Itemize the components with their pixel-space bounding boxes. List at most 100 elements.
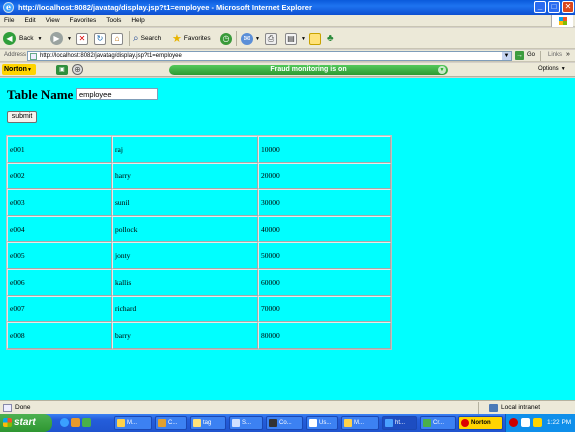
- norton-label: Norton: [4, 66, 27, 73]
- submit-button[interactable]: submit: [7, 111, 37, 123]
- norton-task-label: Norton: [471, 420, 491, 426]
- taskbar-window-button[interactable]: Co...: [266, 416, 303, 430]
- network-tray-icon[interactable]: [521, 418, 530, 427]
- options-label: Options: [538, 66, 559, 72]
- taskbar-window-button[interactable]: M...: [114, 416, 152, 430]
- fraud-monitoring-text: Fraud monitoring is on: [270, 66, 347, 73]
- refresh-button[interactable]: ↻: [94, 31, 108, 46]
- status-text: Done: [15, 404, 31, 411]
- menu-tools[interactable]: Tools: [102, 15, 125, 24]
- norton-tray-icon: [461, 419, 469, 427]
- taskbar-window-button[interactable]: C...: [155, 416, 187, 430]
- employee-name-cell: barry: [112, 322, 258, 349]
- taskbar-window-button[interactable]: S...: [229, 416, 263, 430]
- table-row: e001 raj 10000: [7, 136, 391, 163]
- go-arrow-icon[interactable]: →: [515, 51, 524, 60]
- window-icon: [344, 419, 352, 427]
- page-content: Table Name submit e001raj10000e002harry2…: [0, 78, 575, 400]
- identity-safe-icon[interactable]: ▣: [56, 65, 68, 75]
- employee-id-cell: e001: [7, 136, 112, 163]
- search-button[interactable]: ⌕ Search: [133, 31, 161, 46]
- print-button[interactable]: ⎙: [265, 31, 279, 46]
- chevron-down-icon[interactable]: ▼: [502, 52, 511, 60]
- maximize-button[interactable]: □: [548, 1, 560, 13]
- edit-button[interactable]: ▤ ▼: [285, 31, 306, 46]
- taskbar-window-label: M...: [354, 420, 364, 426]
- history-button[interactable]: ◷: [220, 31, 232, 46]
- table-name-input[interactable]: [76, 88, 158, 100]
- table-row: e005 jonty 50000: [7, 242, 391, 269]
- window-title: http://localhost:8082/javatag/display.js…: [18, 3, 312, 12]
- edit-page-icon: ▤: [285, 32, 297, 45]
- stop-button[interactable]: ✕: [76, 31, 90, 46]
- media-quicklaunch-icon[interactable]: [82, 418, 91, 427]
- minimize-button[interactable]: _: [534, 1, 546, 13]
- taskbar-window-button[interactable]: Cr...: [420, 416, 456, 430]
- antivirus-tray-icon[interactable]: [509, 418, 518, 427]
- mail-button[interactable]: ✉ ▼: [241, 31, 260, 46]
- table-row: e003 sunil 30000: [7, 189, 391, 216]
- home-button[interactable]: ⌂: [111, 31, 125, 46]
- go-button[interactable]: Go: [527, 52, 535, 58]
- ie-quicklaunch-icon[interactable]: [60, 418, 69, 427]
- taskbar-window-label: S...: [242, 420, 252, 426]
- taskbar-window-label: ht...: [395, 420, 406, 426]
- chevron-right-icon[interactable]: »: [566, 51, 570, 58]
- system-tray: 1:22 PM: [505, 414, 575, 432]
- links-button[interactable]: Links: [548, 52, 562, 58]
- forward-arrow-icon: ▶: [50, 32, 63, 45]
- window-icon: [158, 419, 166, 427]
- chevron-down-icon[interactable]: ▼: [438, 66, 446, 74]
- taskbar-window-button[interactable]: tag: [190, 416, 226, 430]
- toolbar-separator: [129, 31, 130, 46]
- back-button[interactable]: ◀ Back ▼: [3, 31, 42, 46]
- start-button[interactable]: start: [0, 414, 52, 432]
- clock: 1:22 PM: [547, 419, 572, 426]
- windows-logo-icon: [3, 418, 12, 427]
- menu-edit[interactable]: Edit: [20, 15, 39, 24]
- employee-table: e001 raj 10000 e002 harry 20000 e003 sunil 30000…: [6, 135, 392, 350]
- employee-name-cell: jonty: [112, 242, 258, 269]
- address-bar: Address http://localhost:8082/javatag/di…: [0, 50, 575, 62]
- chevron-down-icon: ▼: [37, 35, 43, 42]
- employee-salary-cell: 50000: [258, 242, 391, 269]
- forward-button[interactable]: ▶ ▼: [50, 31, 72, 46]
- favorites-button[interactable]: ★ Favorites: [172, 31, 211, 46]
- search-label: Search: [140, 35, 162, 42]
- norton-logo[interactable]: Norton▼: [2, 64, 36, 75]
- taskbar-window-button[interactable]: ht...: [382, 416, 417, 430]
- standard-toolbar: ◀ Back ▼ ▶ ▼ ✕ ↻ ⌂ ⌕ Search ★ Favorites …: [0, 28, 575, 49]
- norton-task-button[interactable]: Norton: [458, 416, 503, 430]
- folder-icon: [309, 32, 321, 45]
- fraud-monitoring-status[interactable]: Fraud monitoring is on ▼: [169, 65, 448, 75]
- employee-id-cell: e002: [7, 162, 112, 190]
- safe-web-icon[interactable]: ⊕: [72, 64, 83, 75]
- toolbar-separator: [236, 31, 237, 46]
- window-icon: [232, 419, 240, 427]
- menu-file[interactable]: File: [0, 15, 18, 24]
- norton-options-button[interactable]: Options ▼: [538, 66, 566, 72]
- menu-favorites[interactable]: Favorites: [66, 15, 101, 24]
- table-row: e002 harry 20000: [7, 162, 391, 190]
- employee-id-cell: e006: [7, 268, 112, 296]
- status-bar: Done Local intranet: [0, 400, 575, 414]
- firefox-quicklaunch-icon[interactable]: [71, 418, 80, 427]
- employee-name-cell: sunil: [112, 189, 258, 216]
- url-input[interactable]: http://localhost:8082/javatag/display.js…: [27, 51, 512, 61]
- address-label: Address: [4, 52, 27, 58]
- history-icon: ◷: [220, 32, 232, 45]
- volume-tray-icon[interactable]: [533, 418, 542, 427]
- taskbar-window-button[interactable]: Us...: [306, 416, 338, 430]
- taskbar-window-label: Co...: [279, 420, 292, 426]
- menu-help[interactable]: Help: [127, 15, 148, 24]
- search-icon: ⌕: [133, 33, 139, 44]
- menu-view[interactable]: View: [42, 15, 64, 24]
- messenger-icon: ♣: [327, 33, 334, 44]
- discuss-button[interactable]: [309, 31, 323, 46]
- close-button[interactable]: ✕: [562, 1, 574, 13]
- favorites-label: Favorites: [183, 35, 211, 42]
- window-title-bar[interactable]: e http://localhost:8082/javatag/display.…: [0, 0, 575, 15]
- taskbar-window-button[interactable]: M...: [341, 416, 379, 430]
- messenger-button[interactable]: ♣: [327, 31, 334, 46]
- stop-icon: ✕: [76, 32, 88, 45]
